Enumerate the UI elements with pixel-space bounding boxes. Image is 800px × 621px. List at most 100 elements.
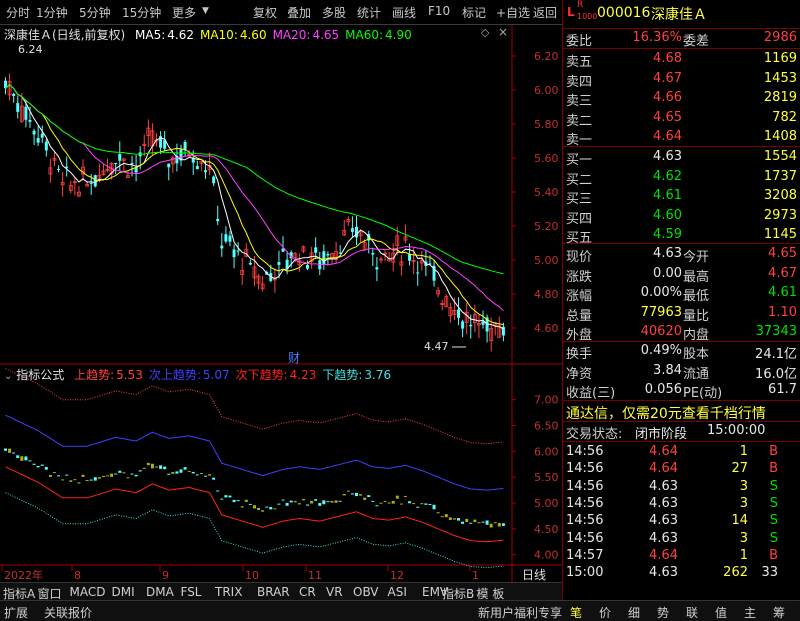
- btn-add-watch[interactable]: +自选: [496, 4, 530, 21]
- indicator-tab[interactable]: OBV: [353, 585, 379, 599]
- stat-value: 4.67: [768, 265, 797, 281]
- indicator-bar: [163, 466, 167, 470]
- stock-name: 深康佳Ａ: [651, 7, 707, 23]
- indicator-bar: [367, 495, 371, 498]
- indicator-tab[interactable]: DMI: [112, 585, 135, 599]
- close-icon[interactable]: ×: [498, 25, 508, 39]
- tick-time: 14:56: [566, 513, 604, 529]
- chevron-down-icon[interactable]: ⌄: [4, 371, 12, 382]
- btn-multi[interactable]: 多股: [322, 4, 346, 21]
- indicator-tab[interactable]: TRIX: [215, 585, 242, 599]
- buy-label: 买四: [566, 211, 593, 227]
- chevron-down-icon[interactable]: ▼: [202, 6, 209, 16]
- indicator-tab[interactable]: MACD: [70, 585, 106, 599]
- indicator-tab[interactable]: VR: [326, 585, 343, 599]
- indicator-tab[interactable]: ASI: [388, 585, 407, 599]
- detail-tab[interactable]: 主: [744, 604, 756, 621]
- indicator-bar: [318, 503, 322, 506]
- tick-price: 4.64: [649, 444, 678, 459]
- period-fenshi[interactable]: 分时: [6, 4, 30, 21]
- indicator-bar: [252, 505, 256, 509]
- indicator-bar: [399, 503, 403, 505]
- tick-direction: S: [769, 495, 778, 511]
- buy-label: 买二: [566, 172, 593, 188]
- stat-label: 最高: [683, 269, 710, 285]
- kline-chart[interactable]: 6.20 6.00 5.80 5.60 5.40 5.20 5.00 4.80 4.60 7.00…: [0, 25, 562, 582]
- detail-tab[interactable]: 联: [686, 604, 698, 621]
- btn-related-quote[interactable]: 关联报价: [44, 604, 92, 621]
- indicator-tab[interactable]: FSL: [181, 585, 202, 599]
- indicator-line-value: 3.76: [364, 368, 392, 382]
- tick-price: 4.63: [649, 513, 678, 529]
- buy-level: 买三 4.61 3208: [563, 187, 800, 207]
- indicator-bar: [395, 495, 399, 499]
- detail-tab[interactable]: 细: [628, 604, 640, 621]
- indicator-line-value: 4.23: [289, 368, 317, 382]
- btn-stats[interactable]: 统计: [357, 4, 381, 21]
- indicator-bar: [338, 500, 342, 502]
- detail-tab[interactable]: 价: [599, 604, 611, 621]
- candle-body: [57, 168, 61, 170]
- weibi-label: 委比: [566, 34, 593, 49]
- period-label: 日线: [522, 568, 547, 582]
- indicator-bar: [461, 521, 465, 524]
- btn-back[interactable]: 返回: [533, 4, 557, 21]
- indicator-bar: [159, 465, 163, 469]
- detail-tab[interactable]: 笔: [570, 604, 582, 621]
- indicator-line-label: 次上趋势:: [148, 368, 201, 382]
- period-1min[interactable]: 1分钟: [36, 4, 68, 21]
- period-15min[interactable]: 15分钟: [122, 4, 161, 21]
- tick-price: 4.63: [649, 495, 678, 511]
- sell-volume: 782: [772, 109, 797, 125]
- indicator-bar: [277, 503, 281, 505]
- divider: [563, 146, 800, 147]
- candle-body: [203, 170, 207, 173]
- candle-body: [36, 138, 40, 143]
- indicator-bar: [350, 493, 354, 495]
- indicator-bar: [448, 517, 452, 520]
- btn-draw[interactable]: 画线: [392, 4, 416, 21]
- detail-tab[interactable]: 势: [657, 604, 669, 621]
- cai-marker[interactable]: 财: [288, 349, 300, 366]
- indicator-bar: [224, 495, 228, 498]
- tick-row: 14:56 4.63 3 S: [563, 478, 800, 497]
- tick-time: 14:56: [566, 461, 604, 477]
- indicator-tab[interactable]: CR: [299, 585, 316, 599]
- tick-volume: 3: [739, 495, 748, 511]
- fundamental-value: 16.0亿: [755, 366, 797, 382]
- period-more[interactable]: 更多: [172, 4, 196, 21]
- btn-overlay[interactable]: 叠加: [287, 4, 311, 21]
- indicator-bar: [212, 477, 216, 480]
- candle-body: [224, 234, 228, 242]
- detail-tab[interactable]: 筹: [773, 604, 785, 621]
- chart-settings-icon[interactable]: ◇: [481, 26, 489, 39]
- indicator-bar: [122, 472, 126, 474]
- sell-label: 卖二: [566, 113, 593, 129]
- indicator-line-label: 下趋势:: [322, 368, 363, 382]
- indicator-bar: [334, 500, 338, 503]
- indicator-bar: [497, 522, 501, 527]
- period-5min[interactable]: 5分钟: [79, 4, 111, 21]
- indicator-bar: [363, 497, 367, 500]
- btn-fuquan[interactable]: 复权: [253, 4, 277, 21]
- indicator-tab[interactable]: BRAR: [257, 585, 290, 599]
- ad-row[interactable]: 通达信，仅需20元查看千档行情: [563, 402, 800, 422]
- indicator-bar: [248, 503, 252, 505]
- indicator-bar: [326, 501, 330, 503]
- btn-mark[interactable]: 标记: [462, 4, 486, 21]
- tick-time: 14:57: [566, 547, 604, 563]
- btn-extend[interactable]: 扩展: [4, 604, 28, 621]
- indicator-tab[interactable]: DMA: [146, 585, 174, 599]
- ma10-line: [5, 84, 504, 325]
- ma60-line: [5, 84, 504, 275]
- btn-f10[interactable]: F10: [428, 4, 450, 18]
- candle-body: [130, 163, 134, 165]
- indicator-bar: [187, 470, 191, 472]
- detail-tab[interactable]: 值: [715, 604, 727, 621]
- stat-label: 现价: [566, 250, 593, 265]
- ma-legend-item: MA20: 4.65: [273, 28, 340, 42]
- promo-link[interactable]: 新用户福利专享: [478, 604, 562, 621]
- weicha-value: 2986: [763, 30, 797, 45]
- x-tick-label: 1: [472, 569, 479, 582]
- buy-price: 4.62: [653, 168, 682, 184]
